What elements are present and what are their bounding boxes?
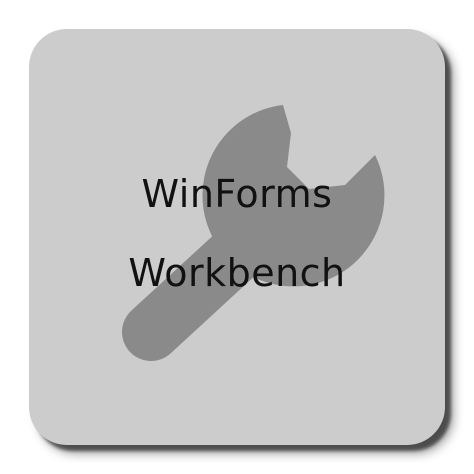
app-icon-tile[interactable]: WinForms Workbench xyxy=(29,29,445,445)
app-title-line-2: Workbench xyxy=(128,251,346,295)
wrench-icon xyxy=(122,105,385,361)
app-title-line-1: WinForms xyxy=(141,172,333,216)
